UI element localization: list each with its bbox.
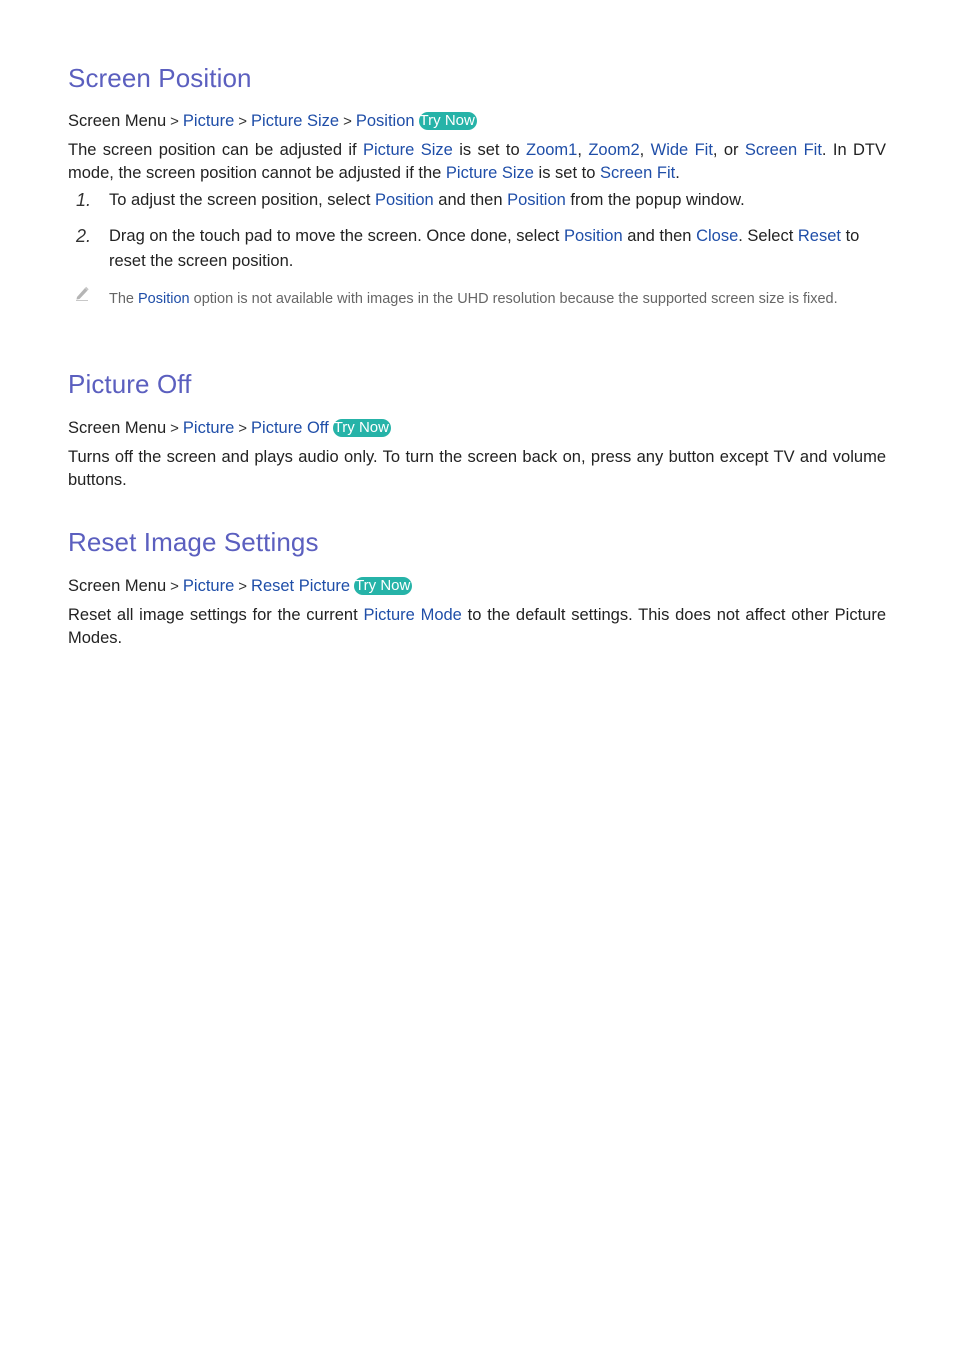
chevron-right-icon: > [238,113,248,130]
section-description-picture-off: Turns off the screen and plays audio onl… [68,446,886,492]
text: Reset all image settings for the current [68,606,364,624]
highlight-position: Position [563,227,623,245]
step-number: 2. [76,226,92,246]
text: , or [712,141,745,159]
try-now-button[interactable]: Try Now [354,577,413,595]
note-text: The Position option is not available wit… [109,289,886,309]
section-title-reset-image-settings: Reset Image Settings [68,527,319,557]
breadcrumb-link-picture-off[interactable]: Picture Off [251,419,329,437]
highlight-screen-fit: Screen Fit [600,164,676,182]
highlight-picture-size: Picture Size [445,164,534,182]
highlight-picture-mode: Picture Mode [363,606,462,624]
breadcrumb-root: Screen Menu [68,419,167,437]
highlight-screen-fit: Screen Fit [744,141,822,159]
highlight-position: Position [507,191,566,209]
text: from the popup window. [565,191,745,209]
step-number: 1. [76,190,92,210]
breadcrumb-picture-off: Screen Menu > Picture > Picture Off Try Now [68,418,391,439]
breadcrumb-screen-position: Screen Menu > Picture > Picture Size > Positio… [68,111,477,132]
text: , [577,141,589,159]
highlight-zoom1: Zoom1 [526,141,578,159]
text: is set to [452,141,526,159]
breadcrumb-link-position[interactable]: Position [356,112,415,130]
chevron-right-icon: > [238,578,248,595]
text: . Select [738,227,798,245]
pencil-icon [74,285,90,301]
breadcrumb-link-picture[interactable]: Picture [183,577,234,595]
text: and then [433,191,508,209]
highlight-wide-fit: Wide Fit [650,141,713,159]
chevron-right-icon: > [170,578,179,595]
section-title-screen-position: Screen Position [68,63,252,93]
text: The screen position can be adjusted if [68,141,363,159]
breadcrumb-link-picture[interactable]: Picture [183,112,234,130]
text: and then [622,227,697,245]
step-text: To adjust the screen position, select Po… [109,188,886,213]
breadcrumb-reset-image-settings: Screen Menu > Picture > Reset Picture Try Now [68,576,413,597]
text: . [675,164,680,182]
step-text: Drag on the touch pad to move the screen… [109,224,886,274]
breadcrumb-link-reset-picture[interactable]: Reset Picture [251,577,350,595]
highlight-position: Position [138,291,190,307]
highlight-zoom2: Zoom2 [588,141,640,159]
breadcrumb-link-picture-size[interactable]: Picture Size [251,112,339,130]
breadcrumb-link-picture[interactable]: Picture [183,419,234,437]
section-description-screen-position: The screen position can be adjusted if P… [68,139,886,185]
try-now-button[interactable]: Try Now [418,112,477,130]
text: The [109,291,139,307]
section-title-picture-off: Picture Off [68,369,192,399]
chevron-right-icon: > [343,113,352,130]
try-now-button[interactable]: Try Now [332,419,391,437]
breadcrumb-root: Screen Menu [68,112,167,130]
chevron-right-icon: > [170,420,179,437]
text: is set to [533,164,600,182]
text: , [639,141,651,159]
breadcrumb-root: Screen Menu [68,577,167,595]
text: To adjust the screen position, select [109,191,375,209]
highlight-reset: Reset [797,227,841,245]
text: Turns off the screen and plays audio onl… [68,448,886,489]
chevron-right-icon: > [238,420,248,437]
section-description-reset-image-settings: Reset all image settings for the current… [68,604,886,650]
highlight-picture-size: Picture Size [363,141,453,159]
text: option is not available with images in t… [189,291,838,307]
highlight-close: Close [696,227,739,245]
chevron-right-icon: > [170,113,179,130]
text: Drag on the touch pad to move the screen… [109,227,564,245]
highlight-position: Position [374,191,434,209]
